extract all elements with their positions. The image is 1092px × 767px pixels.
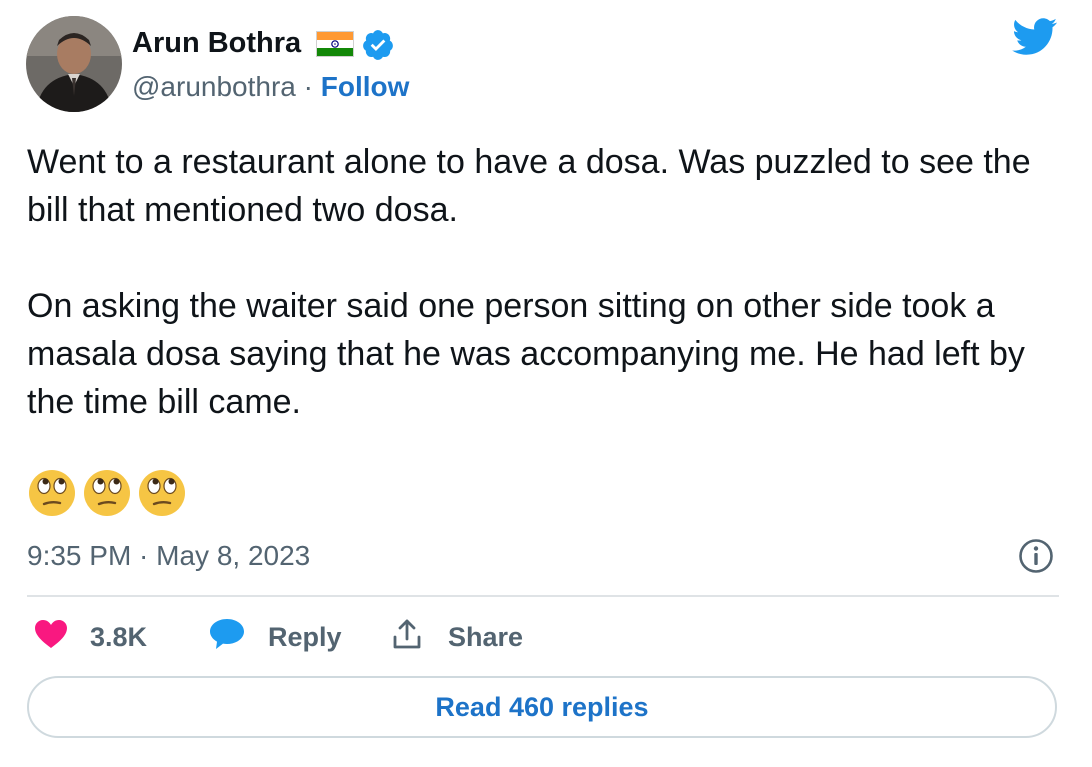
share-label: Share <box>448 621 524 652</box>
face-with-rolling-eyes-icon <box>27 468 77 523</box>
like-count: 3.8K <box>90 621 148 652</box>
tweet-timestamp[interactable]: 9:35 PM · May 8, 2023 <box>27 538 310 574</box>
handle-separator: · <box>303 71 313 102</box>
info-icon[interactable] <box>1018 538 1054 579</box>
tweet-text: Went to a restaurant alone to have a dos… <box>27 143 1031 421</box>
reply-bubble-icon <box>208 617 246 658</box>
share-icon <box>392 618 422 657</box>
author-handle[interactable]: @arunbothra <box>132 71 296 102</box>
follow-link[interactable]: Follow <box>321 71 410 102</box>
reply-button[interactable]: Reply <box>208 612 342 662</box>
read-replies-button[interactable]: Read 460 replies <box>27 676 1057 738</box>
face-with-rolling-eyes-icon <box>137 468 187 523</box>
emoji-row <box>27 468 187 523</box>
tweet-card: Arun Bothra @arunbothra · Follow Went to… <box>0 0 1092 767</box>
handle-line: @arunbothra · Follow <box>132 70 409 104</box>
verified-badge-icon <box>361 28 395 67</box>
like-button[interactable]: 3.8K <box>34 612 147 662</box>
divider <box>27 595 1059 597</box>
share-button[interactable]: Share <box>392 612 523 662</box>
avatar[interactable] <box>26 16 122 112</box>
author-name[interactable]: Arun Bothra <box>132 26 301 60</box>
india-flag-icon <box>316 31 354 62</box>
twitter-bird-icon[interactable] <box>1012 18 1058 61</box>
read-replies-label: Read 460 replies <box>435 691 649 722</box>
face-with-rolling-eyes-icon <box>82 468 132 523</box>
heart-icon <box>34 619 68 656</box>
reply-label: Reply <box>268 621 342 652</box>
